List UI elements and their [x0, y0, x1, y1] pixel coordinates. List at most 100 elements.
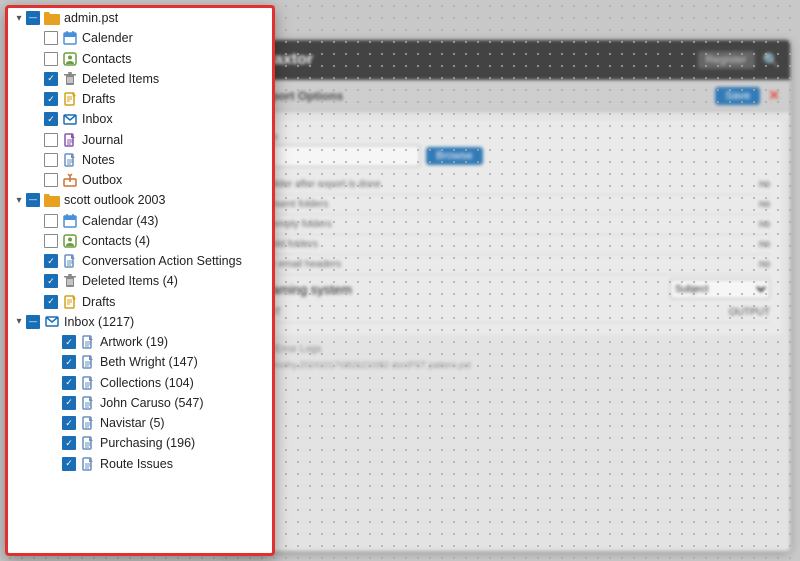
checkbox-deleted-items-4[interactable] [44, 274, 58, 288]
tree-node-john-caruso[interactable]: John Caruso (547) [8, 393, 272, 413]
checkbox-journal[interactable] [44, 133, 58, 147]
browse-button[interactable]: Browse [426, 147, 483, 165]
file-path: C:\Users\Timothy.20241017\082621\082 doc… [228, 360, 782, 370]
tree-node-calendar-43[interactable]: Calendar (43) [8, 211, 272, 231]
icon-outbox [61, 172, 79, 188]
checkbox-artwork-19[interactable] [62, 335, 76, 349]
icon-route-issues [79, 456, 97, 472]
checkbox-scott-outlook[interactable] [26, 193, 40, 207]
checkbox-drafts[interactable] [44, 92, 58, 106]
tree-node-scott-outlook[interactable]: ▾scott outlook 2003 [8, 190, 272, 210]
register-button[interactable]: Register [698, 51, 755, 69]
tree-node-contacts-4[interactable]: Contacts (4) [8, 231, 272, 251]
label-artwork-19: Artwork (19) [100, 334, 272, 350]
tree-node-drafts[interactable]: Drafts [8, 89, 272, 109]
skip-present-value: no [759, 199, 770, 210]
icon-deleted-items [61, 71, 79, 87]
tree-node-collections[interactable]: Collections (104) [8, 373, 272, 393]
export-options-form: Location Browse Open folder after export… [228, 120, 782, 335]
checkbox-collections[interactable] [62, 376, 76, 390]
tree-node-admin-pst[interactable]: ▾ admin.pst [8, 8, 272, 28]
tree-node-purchasing[interactable]: Purchasing (196) [8, 433, 272, 453]
icon-contacts [61, 51, 79, 67]
icon-journal [61, 132, 79, 148]
icon-scott-outlook [43, 192, 61, 208]
tree-node-artwork-19[interactable]: Artwork (19) [8, 332, 272, 352]
tree-node-journal[interactable]: Journal [8, 130, 272, 150]
label-drafts: Drafts [82, 91, 272, 107]
tree-node-route-issues[interactable]: Route Issues [8, 454, 272, 474]
checkbox-route-issues[interactable] [62, 457, 76, 471]
bg-bottom: Show Error Logs C:\Users\Timothy.2024101… [220, 343, 790, 370]
background-panel: ✕ traxtor Register 🔍 PSL Export Options … [220, 40, 790, 551]
delete-empty-row: Delete empty folders no [240, 215, 770, 235]
bg-header: ✕ traxtor Register 🔍 [220, 40, 790, 80]
checkbox-beth-wright[interactable] [62, 355, 76, 369]
label-route-issues: Route Issues [100, 456, 272, 472]
tree-node-contacts[interactable]: Contacts [8, 49, 272, 69]
tree-node-calender[interactable]: Calender [8, 28, 272, 48]
icon-john-caruso [79, 395, 97, 411]
checkbox-outbox[interactable] [44, 173, 58, 187]
icon-beth-wright [79, 354, 97, 370]
icon-admin-pst [43, 10, 61, 26]
label-drafts-2: Drafts [82, 294, 272, 310]
tree-node-inbox-1217[interactable]: ▾Inbox (1217) [8, 312, 272, 332]
label-inbox: Inbox [82, 111, 272, 127]
tree-node-deleted-items-4[interactable]: Deleted Items (4) [8, 271, 272, 291]
output-row: OUTPUT OUTPUT [240, 303, 770, 323]
checkbox-inbox[interactable] [44, 112, 58, 126]
label-notes: Notes [82, 152, 272, 168]
icon-inbox-1217 [43, 314, 61, 330]
chevron-inbox-1217[interactable]: ▾ [12, 316, 26, 327]
label-calendar-43: Calendar (43) [82, 213, 272, 229]
tree-node-deleted-items[interactable]: Deleted Items [8, 69, 272, 89]
chevron-admin-pst[interactable]: ▾ [12, 13, 26, 24]
label-calender: Calender [82, 30, 272, 46]
checkbox-admin-pst[interactable] [26, 11, 40, 25]
icon-notes [61, 152, 79, 168]
close-button[interactable]: ✕ [768, 87, 780, 104]
tree-node-conv-action[interactable]: Conversation Action Settings [8, 251, 272, 271]
chevron-scott-outlook[interactable]: ▾ [12, 195, 26, 206]
tree-panel[interactable]: ▾ admin.pst Calender Contacts Deleted Items D… [5, 5, 275, 556]
naming-system-row: File naming system Subject Date Sender [240, 275, 770, 303]
skip-present-row: Skip present folders no [240, 195, 770, 215]
icon-calendar-43 [61, 213, 79, 229]
checkbox-conv-action[interactable] [44, 254, 58, 268]
tree-node-notes[interactable]: Notes [8, 150, 272, 170]
icon-drafts [61, 91, 79, 107]
checkbox-contacts-4[interactable] [44, 234, 58, 248]
tree-node-beth-wright[interactable]: Beth Wright (147) [8, 352, 272, 372]
tree-node-outbox[interactable]: Outbox [8, 170, 272, 190]
icon-conv-action [61, 253, 79, 269]
checkbox-calender[interactable] [44, 31, 58, 45]
checkbox-calendar-43[interactable] [44, 214, 58, 228]
checkbox-inbox-1217[interactable] [26, 315, 40, 329]
label-admin-pst: admin.pst [64, 10, 272, 26]
naming-select[interactable]: Subject Date Sender [670, 279, 770, 299]
icon-deleted-items-4 [61, 273, 79, 289]
checkbox-drafts-2[interactable] [44, 295, 58, 309]
icon-navistar [79, 415, 97, 431]
label-outbox: Outbox [82, 172, 272, 188]
icon-contacts-4 [61, 233, 79, 249]
checkbox-contacts[interactable] [44, 52, 58, 66]
delete-old-value: no [759, 239, 770, 250]
search-icon[interactable]: 🔍 [763, 52, 780, 69]
checkbox-navistar[interactable] [62, 416, 76, 430]
checkbox-purchasing[interactable] [62, 436, 76, 450]
checkbox-deleted-items[interactable] [44, 72, 58, 86]
save-button[interactable]: Save [715, 87, 760, 105]
label-conv-action: Conversation Action Settings [82, 253, 272, 269]
label-deleted-items: Deleted Items [82, 71, 272, 87]
icon-calender [61, 30, 79, 46]
checkbox-notes[interactable] [44, 153, 58, 167]
tree-node-inbox[interactable]: Inbox [8, 109, 272, 129]
checkbox-john-caruso[interactable] [62, 396, 76, 410]
location-field: Location Browse [240, 132, 770, 167]
tree-node-drafts-2[interactable]: Drafts [8, 292, 272, 312]
icon-drafts-2 [61, 294, 79, 310]
tree-node-navistar[interactable]: Navistar (5) [8, 413, 272, 433]
dialog-title: PSL Export Options [230, 89, 707, 103]
